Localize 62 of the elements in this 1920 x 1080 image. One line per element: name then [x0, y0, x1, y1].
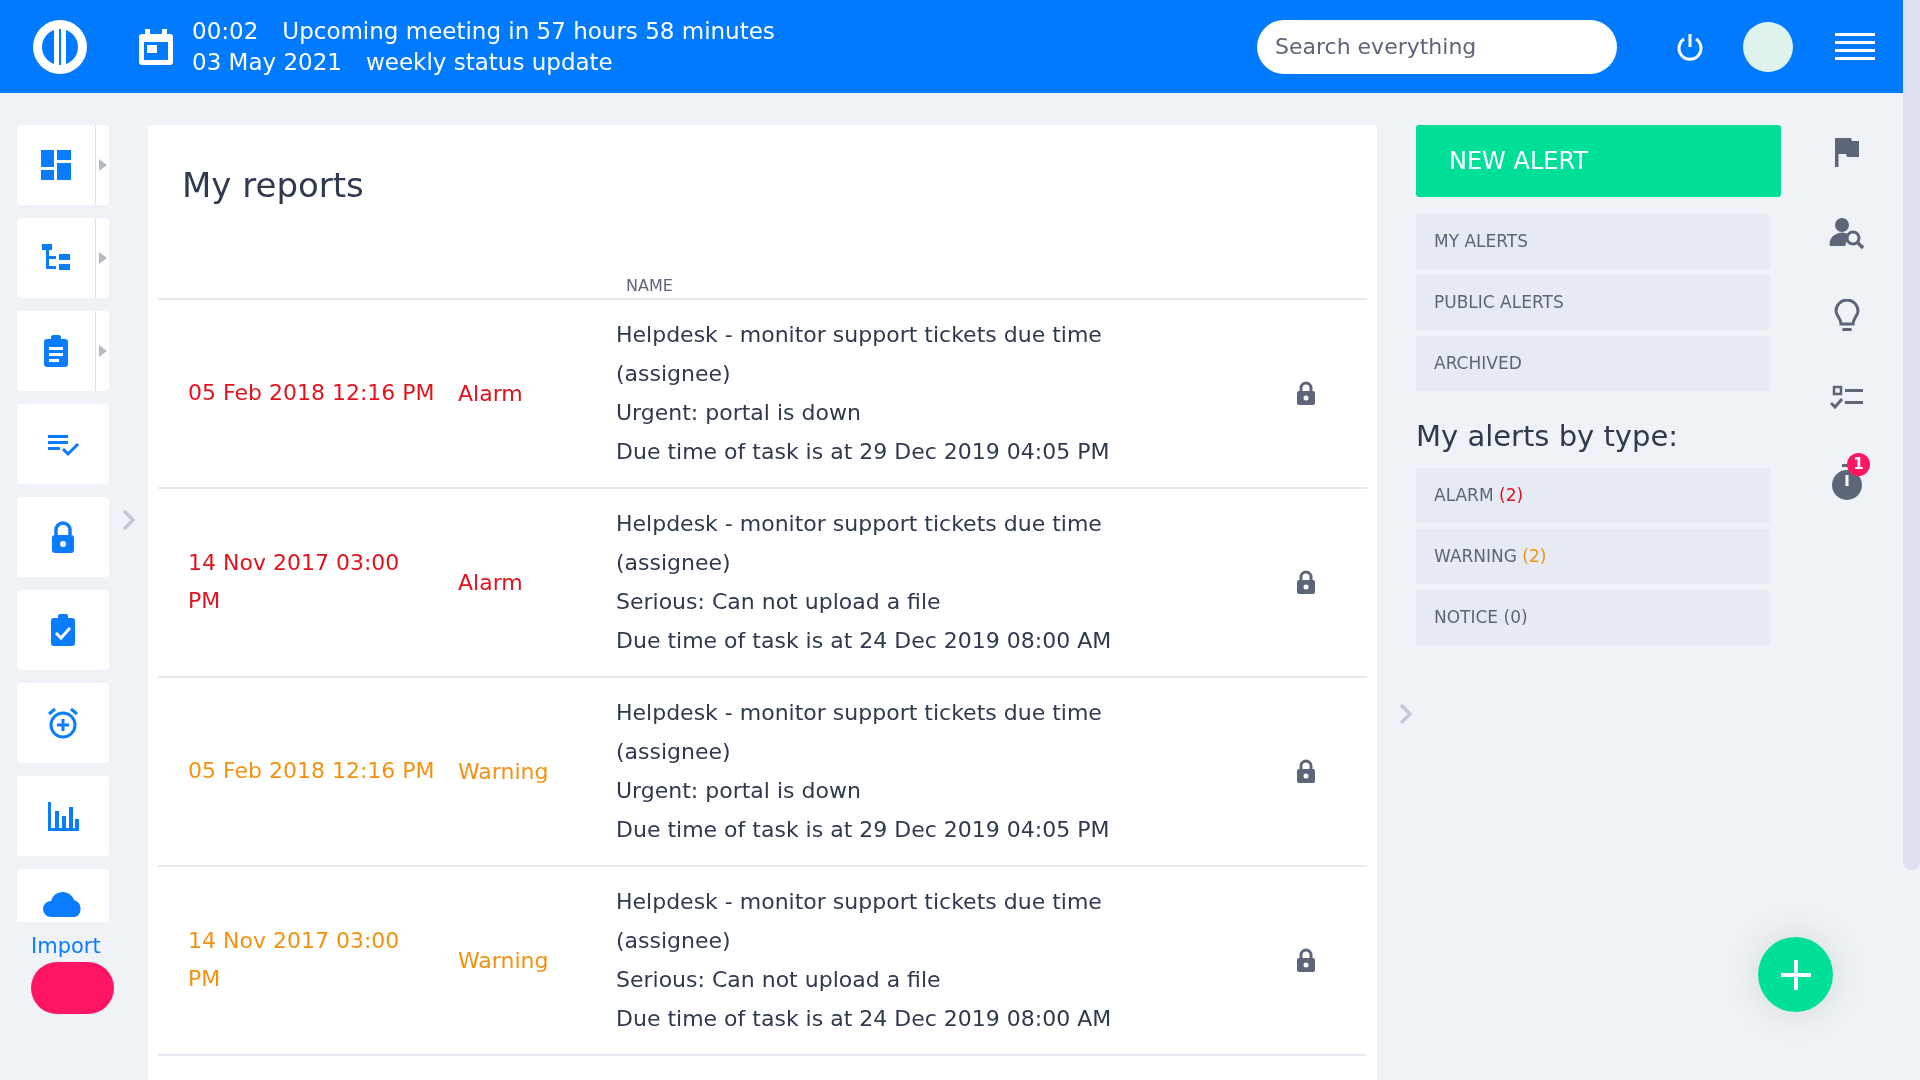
sidebar-tile[interactable] — [17, 683, 109, 763]
meeting-time: 00:02 — [192, 16, 259, 46]
menu-icon[interactable] — [1835, 31, 1875, 62]
alert-type-link[interactable]: WARNING (2) — [1416, 528, 1770, 584]
alert-type-link[interactable]: ALARM (2) — [1416, 467, 1770, 523]
report-name[interactable]: Helpdesk - monitor support tickets due time (assignee) — [616, 693, 1176, 772]
alert-filter-link[interactable]: PUBLIC ALERTS — [1416, 275, 1770, 330]
page-title: My reports — [182, 165, 365, 206]
sidebar-tile[interactable] — [17, 497, 109, 577]
report-detail: Due time of task is at 24 Dec 2019 08:00 AM — [616, 1005, 1113, 1034]
meeting-title[interactable]: Upcoming meeting in 57 hours 58 minutes — [282, 15, 775, 47]
import-label[interactable]: Import — [31, 935, 101, 957]
section-title: My alerts by type: — [1416, 419, 1680, 454]
report-detail: Due time of task is at 24 Dec 2019 08:00 AM — [616, 627, 1113, 656]
meeting-date: 03 May 2021 — [192, 47, 342, 77]
report-detail: Due time of task is at 29 Dec 2019 04:05 PM — [616, 438, 1111, 467]
user-search-icon[interactable] — [1829, 217, 1865, 249]
report-type: Alarm — [458, 569, 523, 595]
alarm-clock-icon — [46, 706, 80, 740]
avatar[interactable] — [1743, 21, 1793, 72]
lock-icon — [1296, 381, 1316, 406]
report-type: Alarm — [458, 380, 523, 406]
cloud-icon — [43, 891, 83, 917]
alert-filter-link[interactable]: MY ALERTS — [1416, 214, 1770, 269]
meeting-name[interactable]: weekly status update — [366, 46, 613, 78]
floating-pill-button[interactable] — [31, 962, 114, 1014]
report-detail: Due time of task is at 29 Dec 2019 04:05 PM — [616, 816, 1111, 845]
calendar-icon[interactable] — [136, 26, 176, 67]
report-type: Warning — [458, 758, 549, 784]
report-detail: Urgent: portal is down — [616, 777, 862, 806]
import-tile[interactable] — [17, 869, 109, 922]
alert-filter-link[interactable]: ARCHIVED — [1416, 336, 1770, 391]
report-detail: Serious: Can not upload a file — [616, 966, 942, 995]
report-date: 14 Nov 2017 03:00 PM — [188, 927, 401, 994]
report-detail: Serious: Can not upload a file — [616, 588, 942, 617]
bar-chart-icon — [46, 799, 80, 833]
search-field[interactable]: Search everything — [1257, 19, 1617, 74]
alert-type-link[interactable]: NOTICE (0) — [1416, 589, 1770, 645]
sidebar-tile[interactable] — [17, 125, 109, 205]
sidebar-tile[interactable] — [17, 404, 109, 484]
lock-icon — [1296, 570, 1316, 595]
report-name[interactable]: Helpdesk - monitor support tickets due time (assignee) — [616, 504, 1176, 583]
report-type: Warning — [458, 947, 549, 973]
sidebar-tile[interactable] — [17, 311, 109, 391]
report-detail: Urgent: portal is down — [616, 399, 862, 428]
flag-icon[interactable] — [1833, 137, 1861, 167]
report-name[interactable]: Helpdesk - monitor support tickets due time (assignee) — [616, 882, 1176, 961]
plus-icon — [1780, 959, 1811, 990]
dashboard-icon — [39, 148, 73, 182]
sidebar-tile[interactable] — [17, 590, 109, 670]
scrollbar[interactable] — [1903, 0, 1920, 870]
lock-icon — [1296, 759, 1316, 784]
report-date: 05 Feb 2018 12:16 PM — [188, 757, 436, 786]
report-name[interactable]: Helpdesk - monitor support tickets due time (assignee) — [616, 315, 1176, 394]
report-date: 05 Feb 2018 12:16 PM — [188, 379, 436, 408]
report-date: 14 Nov 2017 03:00 PM — [188, 549, 401, 616]
column-header: NAME — [626, 274, 673, 297]
sidebar-tile[interactable] — [17, 218, 109, 298]
lock-icon — [1296, 948, 1316, 973]
sidebar-tile[interactable] — [17, 776, 109, 856]
notification-count: 1 — [1847, 453, 1870, 476]
power-icon[interactable] — [1675, 31, 1705, 62]
